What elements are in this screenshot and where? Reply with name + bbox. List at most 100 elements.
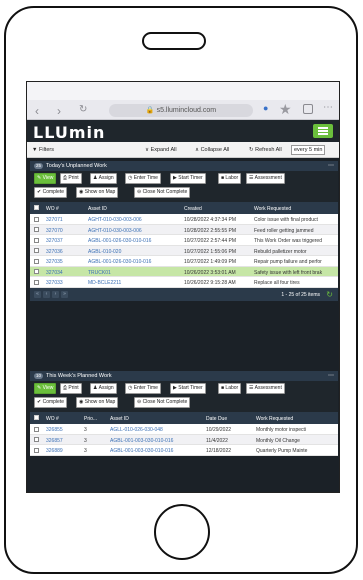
row-checkbox[interactable]: [34, 447, 39, 453]
labor-button[interactable]: ■ Labor: [218, 173, 242, 184]
asset-link[interactable]: AGHT-010-030-003-006: [88, 217, 180, 223]
panel-options-icon[interactable]: ⋯: [328, 161, 334, 171]
panel-header: 25 Today's Unplanned Work ⋯: [30, 161, 338, 171]
row-checkbox[interactable]: [34, 258, 39, 264]
print-button[interactable]: ⎙ Print: [60, 173, 82, 184]
view-button[interactable]: ✎ View: [34, 173, 57, 184]
wo-link[interactable]: 327070: [46, 228, 63, 234]
col-date-due[interactable]: Date Due: [206, 416, 227, 422]
app-logo: LLUmin: [33, 123, 106, 142]
tabs-icon[interactable]: [303, 104, 313, 114]
table-row[interactable]: 326857 3 AGBL-001-003-030-010-016 11/4/2…: [30, 434, 338, 445]
next-page-button[interactable]: ›: [52, 290, 59, 298]
table-row[interactable]: 327036 AGBL-010-020 10/27/2022 1:55:06 P…: [30, 245, 338, 256]
home-button[interactable]: [154, 504, 210, 560]
table-row[interactable]: 327035 AGBL-001-026-030-010-016 10/27/20…: [30, 256, 338, 267]
table-row[interactable]: 326889 3 AGBL-001-003-030-010-016 12/18/…: [30, 445, 338, 456]
row-checkbox[interactable]: [34, 279, 39, 285]
table-row[interactable]: 327071 AGHT-010-030-003-006 10/28/2022 4…: [30, 214, 338, 225]
mic-icon[interactable]: ●: [263, 103, 268, 113]
last-page-button[interactable]: »: [61, 290, 68, 298]
table-row[interactable]: 327037 AGBL-001-026-030-010-016 10/27/20…: [30, 235, 338, 246]
show-on-map-button[interactable]: ◉ Show on Map: [76, 397, 119, 408]
star-icon[interactable]: ★: [279, 101, 292, 118]
table-row[interactable]: 327033 MD-BCLE2211 10/26/2022 9:15:28 AM…: [30, 277, 338, 288]
filters-button[interactable]: ▼ Filters: [32, 147, 54, 153]
prev-page-button[interactable]: ‹: [43, 290, 50, 298]
labor-button[interactable]: ■ Labor: [218, 383, 242, 394]
refresh-interval-select[interactable]: every 5 min: [291, 145, 326, 155]
row-checkbox[interactable]: [34, 248, 39, 253]
wo-link[interactable]: 327037: [46, 238, 63, 244]
asset-link[interactable]: AGLL-010-026-030-048: [110, 427, 202, 433]
col-wo[interactable]: WO #: [46, 206, 59, 212]
asset-link[interactable]: AGBL-001-003-030-010-016: [110, 438, 202, 444]
more-icon[interactable]: ⋯: [323, 102, 333, 113]
row-checkbox[interactable]: [34, 237, 39, 243]
asset-link[interactable]: AGHT-010-030-003-006: [88, 228, 180, 234]
collapse-all-button[interactable]: ∧ Collapse All: [195, 147, 229, 153]
wo-link[interactable]: 327071: [46, 217, 63, 223]
asset-link[interactable]: AGBL-001-026-030-010-016: [88, 259, 180, 265]
hamburger-menu-button[interactable]: [313, 124, 333, 138]
table-row[interactable]: 327070 AGHT-010-030-003-006 10/28/2022 2…: [30, 224, 338, 235]
work-cell: Color issue with final product: [254, 217, 318, 223]
forward-icon[interactable]: ›: [57, 104, 61, 118]
asset-link[interactable]: MD-BCLE2211: [88, 280, 180, 286]
col-asset-id[interactable]: Asset ID: [88, 206, 107, 212]
due-cell: 12/18/2022: [206, 448, 232, 454]
wo-link[interactable]: 327035: [46, 259, 63, 265]
wo-link[interactable]: 327034: [46, 270, 63, 276]
col-work-requested[interactable]: Work Requested: [254, 206, 291, 212]
close-not-complete-button[interactable]: ⊖ Close Not Complete: [134, 397, 191, 408]
col-created[interactable]: Created: [184, 206, 202, 212]
asset-link[interactable]: AGBL-010-020: [88, 249, 180, 255]
close-not-complete-button[interactable]: ⊖ Close Not Complete: [134, 187, 191, 198]
created-cell: 10/26/2022 3:53:01 AM: [184, 269, 236, 276]
wo-link[interactable]: 327036: [46, 249, 63, 255]
col-asset-id[interactable]: Asset ID: [110, 416, 129, 422]
col-wo[interactable]: WO #: [46, 416, 59, 422]
print-button[interactable]: ⎙ Print: [60, 383, 82, 394]
table-row-selected[interactable]: 327034 TRUCK01 10/26/2022 3:53:01 AM Saf…: [30, 266, 338, 277]
assessment-button[interactable]: ☰ Assessment: [246, 173, 285, 184]
assign-button[interactable]: ♟ Assign: [90, 173, 117, 184]
back-icon[interactable]: ‹: [35, 104, 39, 118]
enter-time-button[interactable]: ◷ Enter Time: [125, 383, 161, 394]
wo-link[interactable]: 327033: [46, 280, 63, 286]
expand-all-button[interactable]: ∨ Expand All: [145, 147, 177, 153]
wo-link[interactable]: 326857: [46, 438, 63, 444]
select-all-checkbox[interactable]: [34, 204, 39, 210]
complete-button[interactable]: ✔ Complete: [34, 187, 67, 198]
asset-link[interactable]: AGBL-001-026-030-010-016: [88, 238, 180, 244]
row-checkbox[interactable]: [34, 437, 39, 442]
work-cell: Safety issue with left front brak: [254, 269, 323, 276]
col-work-requested[interactable]: Work Requested: [256, 416, 293, 422]
reload-icon[interactable]: ↻: [79, 104, 87, 115]
show-on-map-button[interactable]: ◉ Show on Map: [76, 187, 119, 198]
start-timer-button[interactable]: ▶ Start Timer: [170, 173, 206, 184]
assessment-button[interactable]: ☰ Assessment: [246, 383, 285, 394]
first-page-button[interactable]: «: [34, 290, 41, 298]
row-checkbox[interactable]: [34, 227, 39, 232]
asset-link[interactable]: AGBL-001-003-030-010-016: [110, 448, 202, 454]
refresh-icon[interactable]: ↻: [326, 290, 333, 299]
enter-time-button[interactable]: ◷ Enter Time: [125, 173, 161, 184]
start-timer-button[interactable]: ▶ Start Timer: [170, 383, 206, 394]
complete-button[interactable]: ✔ Complete: [34, 397, 67, 408]
asset-link[interactable]: TRUCK01: [88, 270, 180, 276]
view-button[interactable]: ✎ View: [34, 383, 57, 394]
planned-work-panel: 10 This Week's Planned Work ⋯ ✎ View ⎙ Pr…: [30, 371, 338, 456]
wo-link[interactable]: 326855: [46, 427, 63, 433]
select-all-checkbox[interactable]: [34, 414, 39, 420]
refresh-all-button[interactable]: ↻ Refresh All: [249, 147, 282, 153]
row-checkbox[interactable]: [34, 216, 39, 222]
url-bar[interactable]: 🔒 s5.llumincloud.com: [109, 104, 253, 117]
col-priority[interactable]: Prio...: [84, 416, 97, 422]
table-row[interactable]: 326855 3 AGLL-010-026-030-048 10/29/2022…: [30, 424, 338, 435]
wo-link[interactable]: 326889: [46, 448, 63, 454]
row-checkbox[interactable]: [34, 426, 39, 432]
panel-options-icon[interactable]: ⋯: [328, 371, 334, 381]
assign-button[interactable]: ♟ Assign: [90, 383, 117, 394]
row-checkbox[interactable]: [34, 269, 39, 274]
